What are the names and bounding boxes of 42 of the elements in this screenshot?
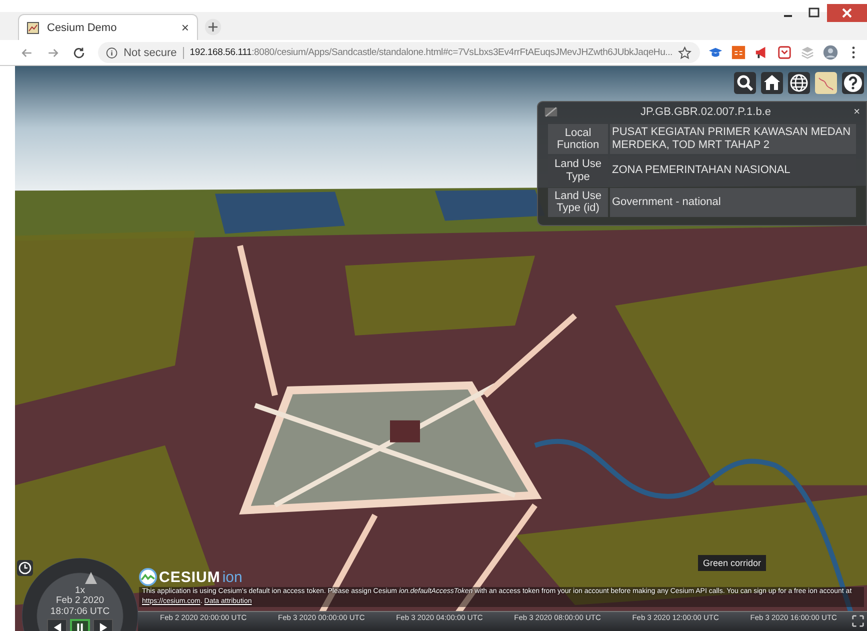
cesium-logo-text[interactable]: CESIUM xyxy=(159,568,220,586)
info-box-title: JP.GB.GBR.02.007.P.1.b.e xyxy=(640,106,772,118)
info-box-close-button[interactable]: × xyxy=(854,106,860,118)
ion-logo-text[interactable]: ion xyxy=(222,568,242,586)
pause-button[interactable] xyxy=(70,619,90,631)
home-icon[interactable] xyxy=(761,72,783,94)
camera-off-icon[interactable] xyxy=(544,105,558,119)
clock-icon[interactable] xyxy=(17,560,33,576)
avatar-icon[interactable] xyxy=(823,45,838,60)
pocket-icon[interactable] xyxy=(777,45,792,60)
reload-icon[interactable] xyxy=(72,46,86,60)
new-tab-icon[interactable] xyxy=(204,18,222,36)
search-icon[interactable] xyxy=(734,72,756,94)
close-icon[interactable] xyxy=(827,4,867,22)
reverse-icon xyxy=(52,622,62,631)
sc-extension-icon[interactable] xyxy=(731,45,746,60)
globe-icon[interactable] xyxy=(788,72,810,94)
speed-text: 1x xyxy=(74,586,86,596)
url-text: 192.168.56.111:8080/cesium/Apps/Sandcastle/standalone.html#c=7VsLbxs3Ev4rrFtAEuqsJMevJHZwth6JUbkJaqeHu... xyxy=(190,47,672,58)
dial-pointer-icon[interactable] xyxy=(85,572,97,584)
date-text: Feb 2 2020 xyxy=(56,596,104,607)
info-icon xyxy=(106,46,118,58)
property-value: Government - national xyxy=(610,188,856,217)
tab-title: Cesium Demo xyxy=(47,22,118,34)
help-icon[interactable] xyxy=(842,72,864,94)
property-value: PUSAT KEGIATAN PRIMER KAWASAN MEDAN MERDEKA, TOD MRT TAHAP 2 xyxy=(610,124,856,154)
map-layer-icon[interactable] xyxy=(815,72,837,94)
browser-tab[interactable]: Cesium Demo × xyxy=(18,14,198,40)
play-icon xyxy=(98,622,108,631)
fullscreen-icon[interactable] xyxy=(852,615,864,627)
play-button[interactable] xyxy=(93,619,113,631)
map-favicon-icon xyxy=(27,22,39,34)
star-icon[interactable] xyxy=(678,46,692,60)
address-bar[interactable]: Not secure 192.168.56.111:8080/cesium/Apps/Sandcastle/standalone.html#c=7VsLbxs3Ev4rrFtAEuqsJMevJHZwth6JUbkJaqeHu... xyxy=(98,42,700,63)
time-text: 18:07:06 UTC xyxy=(50,606,110,618)
pause-icon xyxy=(76,622,84,631)
property-label: Land Use Type (id) xyxy=(548,188,608,217)
tab-close-button[interactable]: × xyxy=(181,20,189,35)
reverse-button[interactable] xyxy=(47,619,67,631)
tooltip: Green corridor xyxy=(698,555,766,571)
property-label: Local Function xyxy=(548,124,608,154)
security-label: Not secure xyxy=(124,46,184,58)
